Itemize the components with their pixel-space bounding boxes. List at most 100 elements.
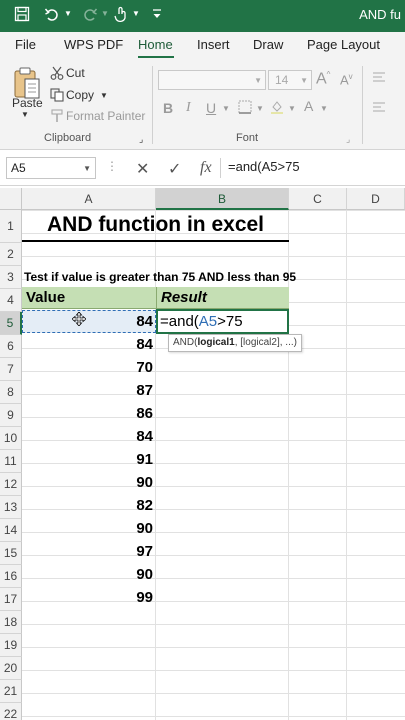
tab-home[interactable]: Home bbox=[138, 37, 173, 52]
undo-dropdown-icon[interactable]: ▼ bbox=[64, 9, 72, 18]
row-header-19[interactable]: 19 bbox=[0, 634, 22, 657]
value-cell[interactable]: 90 bbox=[22, 563, 153, 586]
increase-font-icon[interactable]: A^ bbox=[316, 70, 330, 88]
save-icon[interactable] bbox=[14, 6, 30, 28]
touch-mode-dropdown-icon[interactable]: ▼ bbox=[132, 9, 140, 18]
enter-check-icon[interactable]: ✓ bbox=[168, 159, 181, 179]
column-header-d[interactable]: D bbox=[347, 188, 405, 210]
value-cell[interactable]: 86 bbox=[22, 402, 153, 425]
row-header-21[interactable]: 21 bbox=[0, 680, 22, 703]
column-header-b[interactable]: B bbox=[156, 188, 289, 210]
formula-cell-reference: A5 bbox=[198, 313, 218, 330]
formula-input[interactable]: =and(A5>75 bbox=[228, 159, 300, 174]
row-header-8[interactable]: 8 bbox=[0, 381, 22, 404]
underline-dropdown-icon[interactable]: ▼ bbox=[222, 104, 230, 113]
row-header-20[interactable]: 20 bbox=[0, 657, 22, 680]
result-header-cell[interactable]: Result bbox=[156, 287, 289, 309]
ribbon-tabs: File WPS PDF Home Insert Draw Page Layou… bbox=[0, 32, 405, 58]
customize-qat-icon[interactable] bbox=[152, 6, 162, 26]
row-header-17[interactable]: 17 bbox=[0, 588, 22, 611]
value-cell[interactable]: 84 bbox=[22, 333, 153, 356]
format-painter-button[interactable]: Format Painter bbox=[66, 109, 145, 123]
value-cell[interactable]: 91 bbox=[22, 448, 153, 471]
value-cell[interactable]: 90 bbox=[22, 517, 153, 540]
more-icon: ⋮ bbox=[106, 159, 118, 173]
underline-icon[interactable]: U bbox=[206, 100, 216, 116]
value-cell[interactable]: 87 bbox=[22, 379, 153, 402]
value-cell[interactable]: 84 bbox=[22, 310, 153, 333]
row-header-22[interactable]: 22 bbox=[0, 703, 22, 720]
paste-dropdown-icon[interactable]: ▼ bbox=[21, 110, 29, 119]
value-cell[interactable]: 82 bbox=[22, 494, 153, 517]
column-header-c[interactable]: C bbox=[289, 188, 347, 210]
value-cell[interactable]: 99 bbox=[22, 586, 153, 609]
sheet-title-cell[interactable]: AND function in excel bbox=[22, 210, 289, 242]
paste-button[interactable]: Paste bbox=[12, 96, 43, 110]
value-cell[interactable]: 84 bbox=[22, 425, 153, 448]
paste-icon[interactable] bbox=[12, 66, 42, 100]
cut-button[interactable]: Cut bbox=[66, 66, 85, 80]
tab-page-layout[interactable]: Page Layout bbox=[307, 37, 380, 52]
row-header-16[interactable]: 16 bbox=[0, 565, 22, 588]
align-top-icon[interactable] bbox=[372, 70, 386, 87]
row-header-1[interactable]: 1 bbox=[0, 210, 22, 243]
font-color-icon[interactable]: A bbox=[304, 98, 313, 114]
formula-suffix: >75 bbox=[217, 313, 243, 330]
value-header-cell[interactable]: Value bbox=[22, 287, 156, 309]
row-header-6[interactable]: 6 bbox=[0, 335, 22, 358]
row-header-7[interactable]: 7 bbox=[0, 358, 22, 381]
row-header-2[interactable]: 2 bbox=[0, 243, 22, 266]
name-box[interactable]: A5 ▼ bbox=[6, 157, 96, 179]
format-painter-icon[interactable] bbox=[50, 109, 64, 126]
function-syntax-tooltip[interactable]: AND(logical1, [logical2], ...) bbox=[168, 334, 302, 352]
editing-cell-b5[interactable]: =and(A5>75 bbox=[156, 309, 289, 334]
description-cell[interactable]: Test if value is greater than 75 AND les… bbox=[24, 266, 296, 289]
row-header-4[interactable]: 4 bbox=[0, 289, 22, 312]
insert-function-icon[interactable]: fx bbox=[200, 159, 212, 177]
cancel-icon[interactable]: ✕ bbox=[136, 159, 149, 179]
row-header-11[interactable]: 11 bbox=[0, 450, 22, 473]
copy-icon[interactable] bbox=[50, 88, 64, 105]
undo-icon[interactable] bbox=[44, 6, 60, 28]
tooltip-rest-args: , [logical2], ...) bbox=[234, 337, 297, 348]
row-header-18[interactable]: 18 bbox=[0, 611, 22, 634]
bold-icon[interactable]: B bbox=[163, 100, 173, 116]
row-header-14[interactable]: 14 bbox=[0, 519, 22, 542]
cut-icon[interactable] bbox=[50, 66, 64, 83]
group-separator bbox=[362, 66, 363, 144]
font-size-dropdown[interactable]: 14 ▼ bbox=[268, 70, 312, 90]
italic-icon[interactable]: I bbox=[186, 100, 191, 116]
tab-wps-pdf[interactable]: WPS PDF bbox=[64, 37, 123, 52]
row-header-15[interactable]: 15 bbox=[0, 542, 22, 565]
borders-icon[interactable] bbox=[238, 100, 252, 117]
row-header-10[interactable]: 10 bbox=[0, 427, 22, 450]
copy-button[interactable]: Copy bbox=[66, 88, 94, 102]
copy-dropdown-icon[interactable]: ▼ bbox=[100, 91, 108, 100]
redo-icon[interactable] bbox=[82, 6, 98, 28]
value-cell[interactable]: 70 bbox=[22, 356, 153, 379]
row-header-5[interactable]: 5 bbox=[0, 312, 22, 335]
value-cell[interactable]: 97 bbox=[22, 540, 153, 563]
tab-draw[interactable]: Draw bbox=[253, 37, 283, 52]
select-all-corner[interactable] bbox=[0, 188, 22, 210]
tab-file[interactable]: File bbox=[15, 37, 36, 52]
decrease-font-icon[interactable]: Av bbox=[340, 72, 353, 87]
row-header-12[interactable]: 12 bbox=[0, 473, 22, 496]
clipboard-launcher-icon[interactable]: ⌟ bbox=[139, 134, 143, 145]
row-header-13[interactable]: 13 bbox=[0, 496, 22, 519]
align-left-icon[interactable] bbox=[372, 100, 386, 117]
font-launcher-icon[interactable]: ⌟ bbox=[346, 134, 350, 145]
redo-dropdown-icon[interactable]: ▼ bbox=[101, 9, 109, 18]
fill-color-dropdown-icon[interactable]: ▼ bbox=[288, 104, 296, 113]
borders-dropdown-icon[interactable]: ▼ bbox=[256, 104, 264, 113]
font-color-dropdown-icon[interactable]: ▼ bbox=[320, 104, 328, 113]
fill-color-icon[interactable] bbox=[270, 100, 284, 117]
column-header-a[interactable]: A bbox=[22, 188, 156, 210]
font-name-dropdown[interactable]: ▼ bbox=[158, 70, 266, 90]
row-header-9[interactable]: 9 bbox=[0, 404, 22, 427]
touch-mode-icon[interactable] bbox=[114, 6, 128, 30]
tab-insert[interactable]: Insert bbox=[197, 37, 230, 52]
value-cell[interactable]: 90 bbox=[22, 471, 153, 494]
formula-separator bbox=[220, 158, 221, 178]
row-header-3[interactable]: 3 bbox=[0, 266, 22, 289]
